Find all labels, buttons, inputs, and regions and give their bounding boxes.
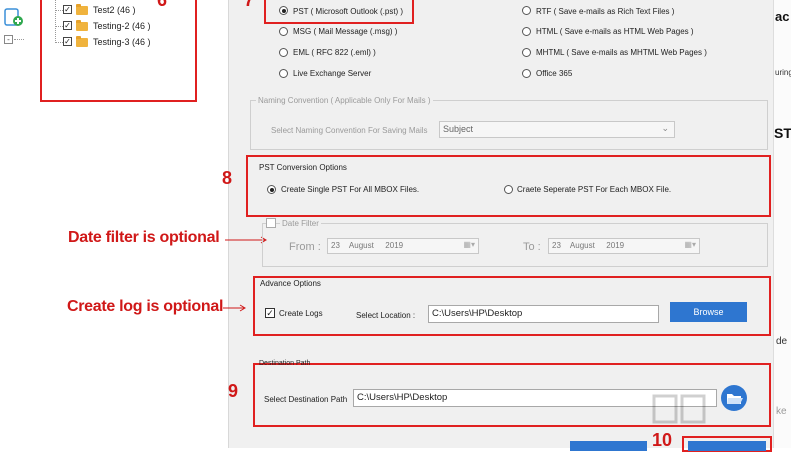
right-edge-text-5: ke — [776, 406, 787, 417]
convert-button[interactable] — [688, 441, 766, 451]
from-date-picker[interactable]: 23 August 2019 ▦▾ — [327, 238, 479, 254]
tree-item-label: Testing-3 (46 ) — [93, 37, 151, 47]
date-filter-label: Date Filter — [280, 219, 321, 228]
tree-item-checkbox[interactable]: ✓ — [63, 5, 72, 14]
html-label: HTML ( Save e-mails as HTML Web Pages ) — [536, 27, 694, 36]
html-radio[interactable] — [522, 27, 531, 36]
folder-icon — [76, 36, 88, 47]
pst-separate-radio[interactable] — [504, 185, 513, 194]
right-edge-text-1: ac — [775, 9, 790, 24]
folder-icon — [76, 4, 88, 15]
from-label: From : — [289, 241, 321, 253]
tree-item-label: Test2 (46 ) — [93, 5, 136, 15]
date-filter-note: Date filter is optional — [68, 229, 220, 246]
tree-expander-icon[interactable]: - — [4, 35, 13, 44]
to-date-picker[interactable]: 23 August 2019 ▦▾ — [548, 238, 700, 254]
rtf-radio[interactable] — [522, 6, 531, 15]
log-location-input[interactable]: C:\Users\HP\Desktop — [428, 305, 659, 323]
live-exchange-radio[interactable] — [279, 69, 288, 78]
msg-label: MSG ( Mail Message (.msg) ) — [293, 27, 398, 36]
create-logs-checkbox[interactable]: ✓ — [265, 308, 275, 318]
app-logo-icon — [4, 6, 24, 28]
tree-item-label: Testing-2 (46 ) — [93, 21, 151, 31]
to-label: To : — [523, 241, 541, 253]
pst-label: PST ( Microsoft Outlook (.pst) ) — [293, 7, 404, 16]
right-edge-text-2: uring — [775, 68, 791, 77]
folder-open-icon[interactable] — [719, 383, 749, 413]
eml-radio[interactable] — [279, 48, 288, 57]
mhtml-radio[interactable] — [522, 48, 531, 57]
naming-convention-select[interactable]: Subject ⌄ — [439, 121, 675, 138]
step-9-label: 9 — [228, 381, 239, 401]
naming-select-value: Subject — [443, 124, 474, 134]
select-location-label: Select Location : — [356, 311, 416, 320]
create-logs-label: Create Logs — [279, 309, 323, 318]
naming-field-label: Select Naming Convention For Saving Mail… — [271, 126, 428, 135]
pst-single-radio[interactable] — [267, 185, 276, 194]
pst-single-label: Create Single PST For All MBOX Files. — [281, 185, 420, 194]
pst-separate-label: Craete Seperate PST For Each MBOX File. — [517, 185, 672, 194]
to-day: 23 — [552, 241, 561, 250]
calendar-icon: ▦▾ — [684, 240, 696, 249]
browse-button[interactable]: Browse — [670, 302, 747, 322]
step-7-label: 7 — [244, 0, 255, 10]
tree-item-checkbox[interactable]: ✓ — [63, 37, 72, 46]
from-month: August — [348, 241, 374, 250]
msg-radio[interactable] — [279, 27, 288, 36]
mhtml-label: MHTML ( Save e-mails as MHTML Web Pages … — [536, 48, 707, 57]
live-exchange-label: Live Exchange Server — [293, 69, 372, 78]
destination-field-label: Select Destination Path — [264, 395, 348, 404]
create-log-note: Create log is optional — [67, 298, 224, 315]
advance-options-group-label: Advance Options — [260, 279, 321, 288]
chevron-down-icon: ⌄ — [661, 123, 669, 133]
destination-group-label: Destination Path — [259, 360, 311, 367]
rtf-label: RTF ( Save e-mails as Rich Text Files ) — [536, 7, 675, 16]
office365-label: Office 365 — [536, 69, 573, 78]
pst-options-group-label: PST Conversion Options — [259, 163, 347, 172]
step-8-label: 8 — [222, 168, 233, 188]
naming-group-label: Naming Convention ( Applicable Only For … — [256, 96, 433, 105]
tree-highlight-box — [40, 0, 197, 102]
office365-radio[interactable] — [522, 69, 531, 78]
from-day: 23 — [331, 241, 340, 250]
from-year: 2019 — [385, 241, 404, 250]
watermark-logo — [650, 390, 710, 430]
step-6-label: 6 — [157, 0, 168, 10]
to-year: 2019 — [606, 241, 625, 250]
tree-item-checkbox[interactable]: ✓ — [63, 21, 72, 30]
folder-icon — [76, 20, 88, 31]
create-log-arrow-icon — [223, 304, 247, 312]
eml-label: EML ( RFC 822 (.eml) ) — [293, 48, 376, 57]
to-month: August — [569, 241, 595, 250]
date-filter-checkbox[interactable] — [266, 218, 276, 228]
calendar-icon: ▦▾ — [463, 240, 475, 249]
right-edge-text-3: ST — [774, 125, 791, 141]
previous-button[interactable] — [570, 441, 647, 451]
right-edge-text-4: de — [776, 336, 788, 347]
tree-connector — [14, 39, 24, 40]
pst-radio[interactable] — [279, 6, 288, 15]
